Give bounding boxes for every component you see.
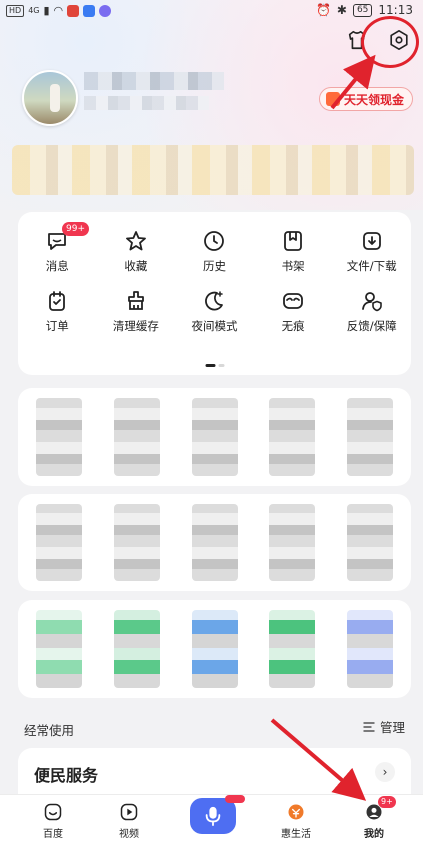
daily-cash-label: 天天领现金 [343, 92, 404, 107]
grid-item-label: 历史 [202, 259, 226, 273]
clean-icon [123, 288, 149, 314]
clock-time: 11:13 [378, 3, 413, 17]
avatar[interactable] [22, 70, 78, 126]
signal-icon: ▮ [43, 4, 50, 17]
grid-item-label: 反馈/保障 [346, 319, 397, 333]
grid-item-night-mode[interactable]: 夜间模式 [175, 288, 254, 334]
function-grid-card: 99+ 消息 收藏 历史 书架 文件/下载 订单 清理缓存 夜间模式 无痕 反馈… [18, 212, 411, 375]
blurred-card-2 [18, 494, 411, 591]
blurred-tile[interactable] [269, 398, 316, 476]
tab-label: 视频 [119, 829, 139, 840]
blurred-tile[interactable] [113, 398, 160, 476]
grid-item-clear-cache[interactable]: 清理缓存 [97, 288, 176, 334]
grid-item-label: 夜间模式 [191, 319, 238, 333]
alarm-icon: ⏰ [315, 3, 331, 17]
grid-item-label: 书架 [281, 259, 305, 273]
app-notification-icon [83, 4, 96, 17]
blurred-tile[interactable] [36, 398, 82, 476]
blurred-tile[interactable] [269, 610, 316, 688]
blurred-tile[interactable] [191, 610, 238, 688]
app-notification-icon [99, 4, 112, 17]
app-notification-icon [67, 4, 80, 17]
tab-baidu[interactable]: 百度 [23, 801, 83, 840]
blurred-tile[interactable] [347, 610, 393, 688]
grid-item-favorites[interactable]: 收藏 [97, 228, 176, 274]
blurred-tile[interactable] [113, 504, 160, 581]
page-dot-active [205, 364, 215, 367]
download-icon [359, 228, 385, 254]
list-icon [363, 721, 375, 732]
user-subtitle-blurred [84, 96, 209, 110]
blurred-tile[interactable] [347, 504, 393, 581]
grid-item-history[interactable]: 历史 [175, 228, 254, 274]
blurred-card-3 [18, 600, 411, 698]
wifi-icon: ◠ [53, 4, 64, 17]
service-card-title: 便民服务 [34, 766, 99, 785]
avatar-image [50, 84, 60, 112]
grid-item-feedback[interactable]: 反馈/保障 [332, 288, 411, 334]
battery-indicator: 65 [352, 3, 373, 17]
grid-item-bookshelf[interactable]: 书架 [254, 228, 333, 274]
tab-mine[interactable]: 9+ 我的 [344, 796, 404, 840]
username-blurred [84, 72, 224, 90]
blurred-tile[interactable] [191, 504, 238, 581]
tab-label: 我的 [364, 829, 384, 840]
section-title: 经常使用 [24, 723, 75, 738]
grid-item-label: 订单 [45, 319, 69, 333]
feedback-icon [359, 288, 385, 314]
page-dot [218, 364, 224, 367]
daily-cash-button[interactable]: 天天领现金 [318, 87, 413, 111]
blurred-card-1 [18, 388, 411, 486]
grid-item-messages[interactable]: 99+ 消息 [18, 222, 97, 274]
grid-item-downloads[interactable]: 文件/下载 [332, 228, 411, 274]
tab-badge: 9+ [378, 796, 396, 808]
blurred-tile[interactable] [191, 398, 238, 476]
video-icon [118, 801, 140, 823]
grid-item-orders[interactable]: 订单 [18, 288, 97, 334]
blurred-tile[interactable] [347, 398, 393, 476]
grid-item-label: 收藏 [124, 259, 148, 273]
blurred-tile[interactable] [36, 504, 82, 581]
promo-banner-blurred[interactable] [12, 145, 414, 195]
clock-icon [201, 228, 227, 254]
blurred-tile[interactable] [36, 610, 82, 688]
network-indicator: 4G [28, 6, 40, 15]
chevron-right-icon[interactable]: › [375, 762, 395, 782]
grid-item-label: 无痕 [281, 319, 305, 333]
message-count-badge: 99+ [62, 222, 89, 236]
manage-label: 管理 [379, 720, 405, 735]
function-grid: 99+ 消息 收藏 历史 书架 文件/下载 订单 清理缓存 夜间模式 无痕 反馈… [18, 222, 411, 334]
tab-life[interactable]: 惠生活 [266, 801, 326, 840]
tab-label: 惠生活 [281, 829, 311, 840]
voice-search-button[interactable] [190, 798, 236, 834]
hd-indicator: HD [6, 4, 25, 17]
tab-label: 百度 [43, 829, 63, 840]
status-bar: HD 4G ▮ ◠ ⏰ ✱ 65 11:13 [0, 0, 423, 22]
blurred-tile[interactable] [113, 610, 160, 688]
grid-item-label: 消息 [45, 259, 69, 273]
mic-icon [205, 806, 221, 826]
life-icon [285, 801, 307, 823]
page-indicator [205, 364, 224, 367]
tab-video[interactable]: 视频 [99, 801, 159, 840]
service-card[interactable]: 便民服务 › [18, 748, 411, 798]
bookmark-icon [280, 228, 306, 254]
star-icon [123, 228, 149, 254]
baidu-icon [42, 801, 64, 823]
blurred-tile[interactable] [269, 504, 316, 581]
grid-item-label: 清理缓存 [112, 319, 159, 333]
annotation-circle [361, 16, 419, 68]
grid-item-label: 文件/下载 [346, 259, 397, 273]
manage-button[interactable]: 管理 [363, 717, 405, 736]
grid-item-incognito[interactable]: 无痕 [254, 288, 333, 334]
bottom-tab-bar: 百度 视频 惠生活 9+ 我的 [0, 794, 423, 843]
bluetooth-icon: ✱ [336, 3, 347, 17]
moon-icon [201, 288, 227, 314]
red-envelope-icon [325, 92, 340, 106]
order-icon [44, 288, 70, 314]
mask-icon [280, 288, 306, 314]
notification-bubble [225, 795, 245, 803]
